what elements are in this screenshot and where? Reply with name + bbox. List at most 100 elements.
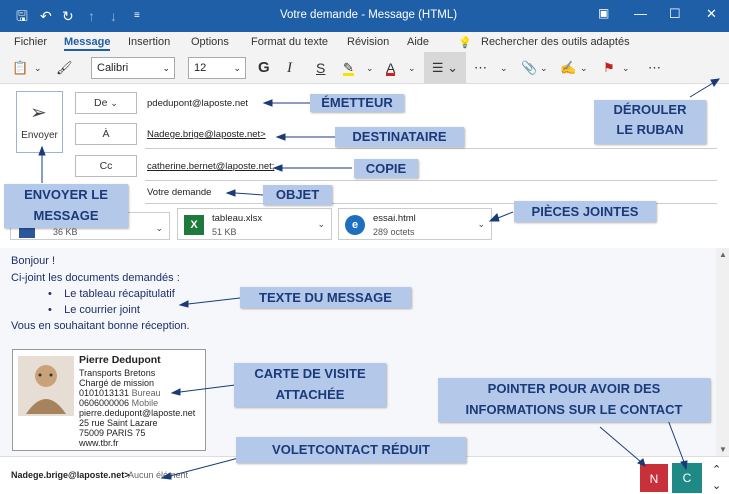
- font-color-icon[interactable]: A: [386, 58, 396, 76]
- annotation-destinataire: DESTINATAIRE: [335, 127, 464, 147]
- save-icon[interactable]: 🖫: [16, 8, 28, 24]
- annotation-emetteur: ÉMETTEUR: [310, 94, 404, 112]
- italic-icon[interactable]: I: [287, 58, 292, 78]
- tab-aide[interactable]: Aide: [407, 36, 429, 48]
- annotation-derouler-line1: DÉROULER: [613, 102, 687, 117]
- ribbon-display-icon[interactable]: ▣: [598, 6, 609, 20]
- chevron-down-icon: ⌄: [110, 98, 118, 108]
- search-tools[interactable]: Rechercher des outils adaptés: [481, 36, 630, 48]
- highlight-dropdown-icon[interactable]: ⌄: [366, 58, 374, 78]
- signature-icon[interactable]: ✍: [560, 58, 576, 78]
- send-button[interactable]: ➢ Envoyer: [16, 91, 63, 153]
- lightbulb-icon: 💡: [458, 37, 472, 49]
- card-email: pierre.dedupont@laposte.net: [79, 408, 196, 418]
- scroll-down-icon[interactable]: ▼: [719, 445, 727, 454]
- annotation-pieces: PIÈCES JOINTES: [514, 201, 656, 222]
- attach-icon[interactable]: 📎: [521, 58, 537, 78]
- contact-photo: [18, 356, 74, 416]
- ribbon: 📋 ⌄ 🖌 Calibri ⌄ 12 ⌄ G I S ✎ ⌄ A ⌄ ☰ ⌄ ⋯ ⌄…: [0, 52, 729, 84]
- business-card[interactable]: Pierre Dedupont Transports Bretons Charg…: [12, 349, 206, 451]
- chevron-down-icon: ⌄: [233, 63, 241, 73]
- scrollbar[interactable]: ▲ ▼: [716, 248, 729, 456]
- underline-icon[interactable]: S: [316, 58, 325, 78]
- bullet-2: • Le courrier joint: [48, 304, 140, 316]
- annotation-pointer-line1: POINTER POUR AVOIR DES: [487, 381, 661, 396]
- down-icon[interactable]: ↓: [110, 8, 117, 24]
- paste-icon[interactable]: 📋: [12, 58, 28, 78]
- font-color-dropdown-icon[interactable]: ⌄: [408, 58, 416, 78]
- flag-icon[interactable]: ⚑: [603, 58, 615, 78]
- font-name: Calibri: [97, 62, 129, 74]
- tab-format[interactable]: Format du texte: [251, 36, 328, 48]
- undo-icon[interactable]: ↶: [40, 8, 52, 24]
- redo-icon[interactable]: ↻: [62, 8, 74, 24]
- from-value: pdedupont@laposte.net: [147, 98, 249, 109]
- paste-dropdown-icon[interactable]: ⌄: [34, 58, 42, 78]
- close-button[interactable]: ✕: [706, 6, 717, 22]
- html-file-icon: e: [345, 215, 365, 235]
- annotation-envoyer: ENVOYER LE MESSAGE: [4, 184, 128, 228]
- subject-field[interactable]: Votre demande: [147, 187, 211, 198]
- more-dropdown-icon[interactable]: ⌄: [500, 58, 508, 78]
- flag-dropdown-icon[interactable]: ⌄: [622, 58, 630, 78]
- avatar[interactable]: C: [672, 463, 702, 493]
- annotation-carte: CARTE DE VISITE ATTACHÉE: [234, 363, 386, 407]
- font-select[interactable]: Calibri ⌄: [91, 57, 175, 79]
- tab-message[interactable]: Message: [64, 36, 111, 51]
- closing: Vous en souhaitant bonne réception.: [11, 320, 190, 332]
- annotation-derouler-line2: LE RUBAN: [616, 122, 684, 137]
- attachment-size: 36 KB: [53, 227, 78, 237]
- chevron-down-icon[interactable]: ⌄: [155, 223, 163, 234]
- cc-field[interactable]: catherine.bernet@laposte.net;: [147, 161, 274, 172]
- card-company: Transports Bretons: [79, 368, 156, 378]
- annotation-carte-line1: CARTE DE VISITE: [254, 366, 366, 381]
- annotation-derouler: DÉROULER LE RUBAN: [594, 100, 706, 144]
- highlight-icon[interactable]: ✎: [343, 58, 354, 76]
- tab-options[interactable]: Options: [191, 36, 229, 48]
- send-label: Envoyer: [21, 130, 58, 141]
- signature-dropdown-icon[interactable]: ⌄: [580, 58, 588, 78]
- bullet-1: • Le tableau récapitulatif: [48, 288, 175, 300]
- to-button[interactable]: À: [75, 123, 137, 145]
- people-contact[interactable]: Nadege.brige@laposte.net>: [11, 470, 130, 480]
- minimize-button[interactable]: —: [634, 6, 647, 21]
- title-bar: 🖫 ↶ ↻ ↑ ↓ ≡ Votre demande - Message (HTM…: [0, 0, 729, 32]
- chevron-down-icon[interactable]: ⌄: [477, 219, 485, 230]
- people-items: Aucun élément: [128, 470, 189, 480]
- avatar[interactable]: N: [639, 463, 669, 493]
- cc-underline: [145, 180, 717, 181]
- bold-icon[interactable]: G: [258, 58, 270, 78]
- attach-dropdown-icon[interactable]: ⌄: [540, 58, 548, 78]
- attachment-item[interactable]: X tableau.xlsx 51 KB ⌄: [177, 208, 332, 240]
- tab-insertion[interactable]: Insertion: [128, 36, 170, 48]
- annotation-envoyer-line1: ENVOYER LE: [24, 187, 108, 202]
- font-size-value: 12: [194, 62, 207, 74]
- customize-icon[interactable]: ≡: [134, 8, 140, 24]
- to-underline: [145, 148, 717, 149]
- more-icon[interactable]: ⋯: [474, 58, 487, 78]
- bullets-button[interactable]: ☰ ⌄: [424, 52, 466, 84]
- chevron-down-icon[interactable]: ⌄: [317, 219, 325, 230]
- attachment-item[interactable]: e essai.html 289 octets ⌄: [338, 208, 492, 240]
- format-painter-icon[interactable]: 🖌: [56, 58, 73, 78]
- expand-icon[interactable]: ⌃: [712, 463, 721, 476]
- scroll-up-icon[interactable]: ▲: [719, 250, 727, 259]
- maximize-button[interactable]: ☐: [669, 6, 681, 22]
- phone2-number: 0606000006: [79, 398, 130, 408]
- collapse-icon[interactable]: ⌄: [712, 479, 721, 492]
- tab-fichier[interactable]: Fichier: [14, 36, 47, 48]
- attachment-size: 51 KB: [212, 227, 237, 237]
- phone1-label: Bureau: [131, 388, 161, 398]
- up-icon[interactable]: ↑: [88, 8, 95, 24]
- cc-button[interactable]: Cc: [75, 155, 137, 177]
- tab-revision[interactable]: Révision: [347, 36, 389, 48]
- to-field[interactable]: Nadege.brige@laposte.net>: [147, 129, 266, 140]
- annotation-texte: TEXTE DU MESSAGE: [240, 287, 411, 308]
- from-button[interactable]: De ⌄: [75, 92, 137, 114]
- annotation-pointer: POINTER POUR AVOIR DES INFORMATIONS SUR L…: [438, 378, 710, 422]
- ribbon-tabs: Fichier Message Insertion Options Format…: [0, 32, 729, 52]
- overflow-icon[interactable]: ⋯: [648, 58, 661, 78]
- font-size-select[interactable]: 12 ⌄: [188, 57, 246, 79]
- excel-file-icon: X: [184, 215, 204, 235]
- person-illustration: [26, 365, 66, 414]
